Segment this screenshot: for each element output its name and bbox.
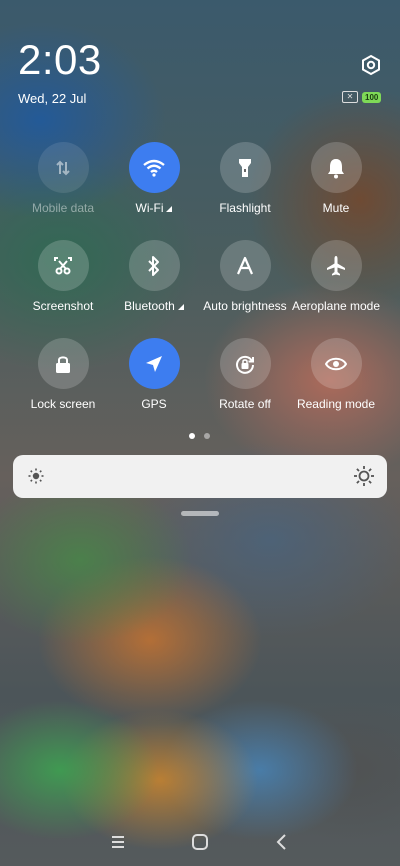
flashlight-icon bbox=[239, 158, 251, 177]
recents-button[interactable] bbox=[106, 832, 130, 852]
menu-icon bbox=[112, 836, 124, 848]
tile-label: Lock screen bbox=[30, 397, 96, 411]
home-button[interactable] bbox=[188, 832, 212, 852]
tile-mute[interactable]: Mute bbox=[286, 142, 386, 215]
settings-icon bbox=[362, 54, 380, 76]
tile-label: Aeroplane mode bbox=[291, 299, 381, 313]
eye-icon bbox=[325, 357, 347, 370]
tile-label: Wi-Fi bbox=[135, 201, 164, 215]
home-icon bbox=[192, 834, 208, 850]
page-dot[interactable] bbox=[204, 433, 210, 439]
page-dot-active[interactable] bbox=[189, 433, 195, 439]
date: Wed, 22 Jul bbox=[18, 91, 87, 106]
tile-label: Reading mode bbox=[296, 397, 376, 411]
brightness-low-icon bbox=[28, 468, 44, 484]
brightness-slider[interactable] bbox=[13, 455, 387, 498]
tile-gps[interactable]: GPS bbox=[104, 338, 204, 411]
panel-drag-handle[interactable] bbox=[181, 511, 219, 516]
rotate-lock-icon bbox=[236, 355, 254, 374]
bell-icon bbox=[328, 158, 344, 178]
tile-flashlight[interactable]: Flashlight bbox=[195, 142, 295, 215]
tile-rotate-off[interactable]: Rotate off bbox=[195, 338, 295, 411]
tile-screenshot[interactable]: Screenshot bbox=[13, 240, 113, 313]
navigation-bar bbox=[0, 820, 400, 866]
tile-mobile-data[interactable]: Mobile data bbox=[13, 142, 113, 215]
mobile-data-icon bbox=[56, 160, 70, 175]
tile-label: Bluetooth bbox=[124, 299, 175, 313]
clock: 2:03 bbox=[18, 36, 102, 83]
back-button[interactable] bbox=[270, 832, 294, 852]
tile-aeroplane-mode[interactable]: Aeroplane mode bbox=[286, 240, 386, 313]
tile-auto-brightness[interactable]: Auto brightness bbox=[195, 240, 295, 313]
wifi-icon bbox=[143, 159, 165, 177]
back-icon bbox=[276, 834, 286, 850]
brightness-high-icon bbox=[354, 466, 374, 486]
airplane-icon bbox=[327, 255, 345, 275]
tile-wifi[interactable]: Wi-Fi bbox=[104, 142, 204, 215]
tile-label: Flashlight bbox=[219, 201, 271, 215]
settings-button[interactable] bbox=[360, 54, 382, 76]
tile-label: Screenshot bbox=[32, 299, 94, 313]
tile-reading-mode[interactable]: Reading mode bbox=[286, 338, 386, 411]
tile-label: Auto brightness bbox=[203, 299, 287, 313]
tile-label: Mobile data bbox=[31, 201, 95, 215]
lock-icon bbox=[56, 355, 70, 373]
tile-label: GPS bbox=[141, 397, 167, 411]
bluetooth-icon bbox=[148, 255, 159, 276]
scissors-icon bbox=[54, 256, 72, 274]
navigation-arrow-icon bbox=[146, 355, 162, 372]
battery-level: 100 bbox=[362, 91, 382, 103]
tile-label: Rotate off bbox=[219, 397, 271, 411]
tile-bluetooth[interactable]: Bluetooth bbox=[104, 240, 204, 313]
battery-saver-icon: ✕ bbox=[342, 91, 358, 103]
battery-indicator: ✕ 100 bbox=[342, 91, 382, 103]
tile-label: Mute bbox=[322, 201, 350, 215]
auto-brightness-icon bbox=[236, 256, 254, 274]
page-indicator bbox=[189, 433, 210, 439]
signal-triangle-icon bbox=[177, 304, 184, 310]
tile-lock-screen[interactable]: Lock screen bbox=[13, 338, 113, 411]
signal-triangle-icon bbox=[166, 206, 173, 212]
